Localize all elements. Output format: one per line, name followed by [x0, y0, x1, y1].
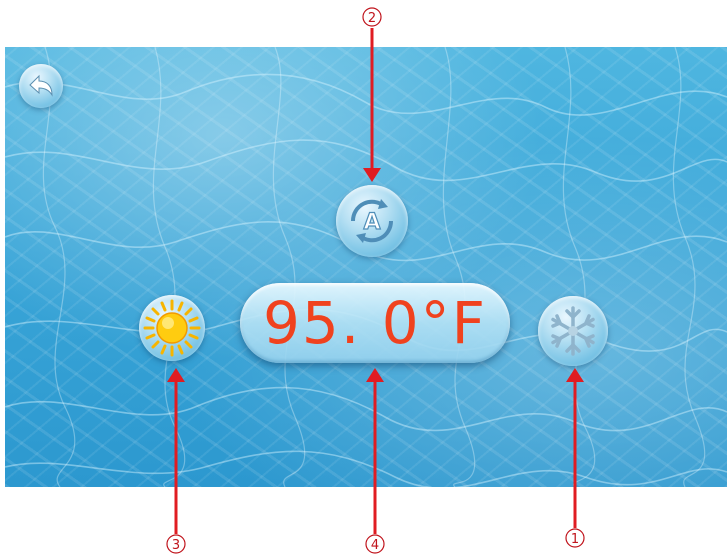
callout-temperature: 4: [365, 368, 385, 554]
callout-cool: 1: [565, 368, 585, 548]
callout-number-1: 1: [571, 532, 579, 547]
callout-number-3: 3: [172, 538, 180, 553]
callout-heat: 3: [166, 368, 186, 554]
callout-number-4: 4: [371, 538, 379, 553]
callout-auto: 2: [362, 7, 382, 182]
callout-overlay: 2 3 4 1: [166, 7, 585, 554]
callout-number-2: 2: [368, 11, 376, 26]
